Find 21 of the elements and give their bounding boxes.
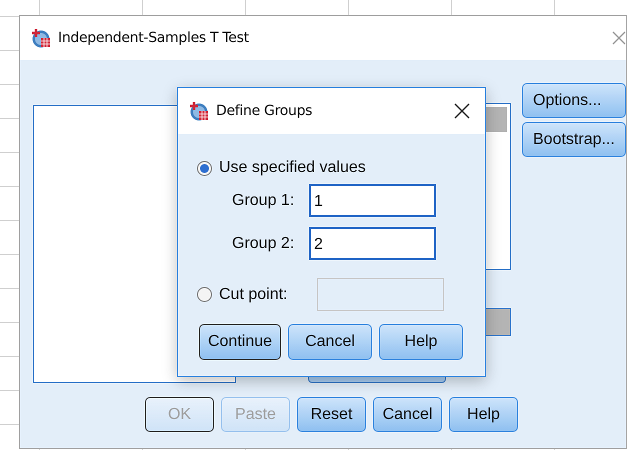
- option-label[interactable]: Use specified values: [219, 159, 366, 177]
- dialog-button[interactable]: Cancel: [373, 397, 442, 432]
- dialog-button[interactable]: Cancel: [288, 324, 372, 360]
- group-input-field[interactable]: 2: [309, 227, 436, 260]
- close-icon[interactable]: [454, 103, 470, 119]
- app-icon: [189, 101, 209, 121]
- dialog-button[interactable]: Help: [449, 397, 518, 432]
- option-label[interactable]: Cut point:: [219, 286, 288, 304]
- field-label: Group 1:: [232, 192, 296, 210]
- dialog-button[interactable]: Reset: [297, 397, 366, 432]
- radio-button[interactable]: [197, 160, 212, 176]
- dialog-button[interactable]: Continue: [199, 324, 281, 360]
- dialog-title: Define Groups: [216, 103, 312, 119]
- window-title: Independent-Samples T Test: [58, 30, 249, 46]
- dialog-button[interactable]: Help: [379, 324, 463, 360]
- side-button[interactable]: Options...: [522, 83, 626, 118]
- side-button[interactable]: Bootstrap...: [522, 122, 626, 157]
- radio-button[interactable]: [197, 287, 212, 302]
- group-input-field[interactable]: 1: [309, 184, 436, 217]
- app-icon: [31, 28, 51, 48]
- field-label: Group 2:: [232, 234, 296, 252]
